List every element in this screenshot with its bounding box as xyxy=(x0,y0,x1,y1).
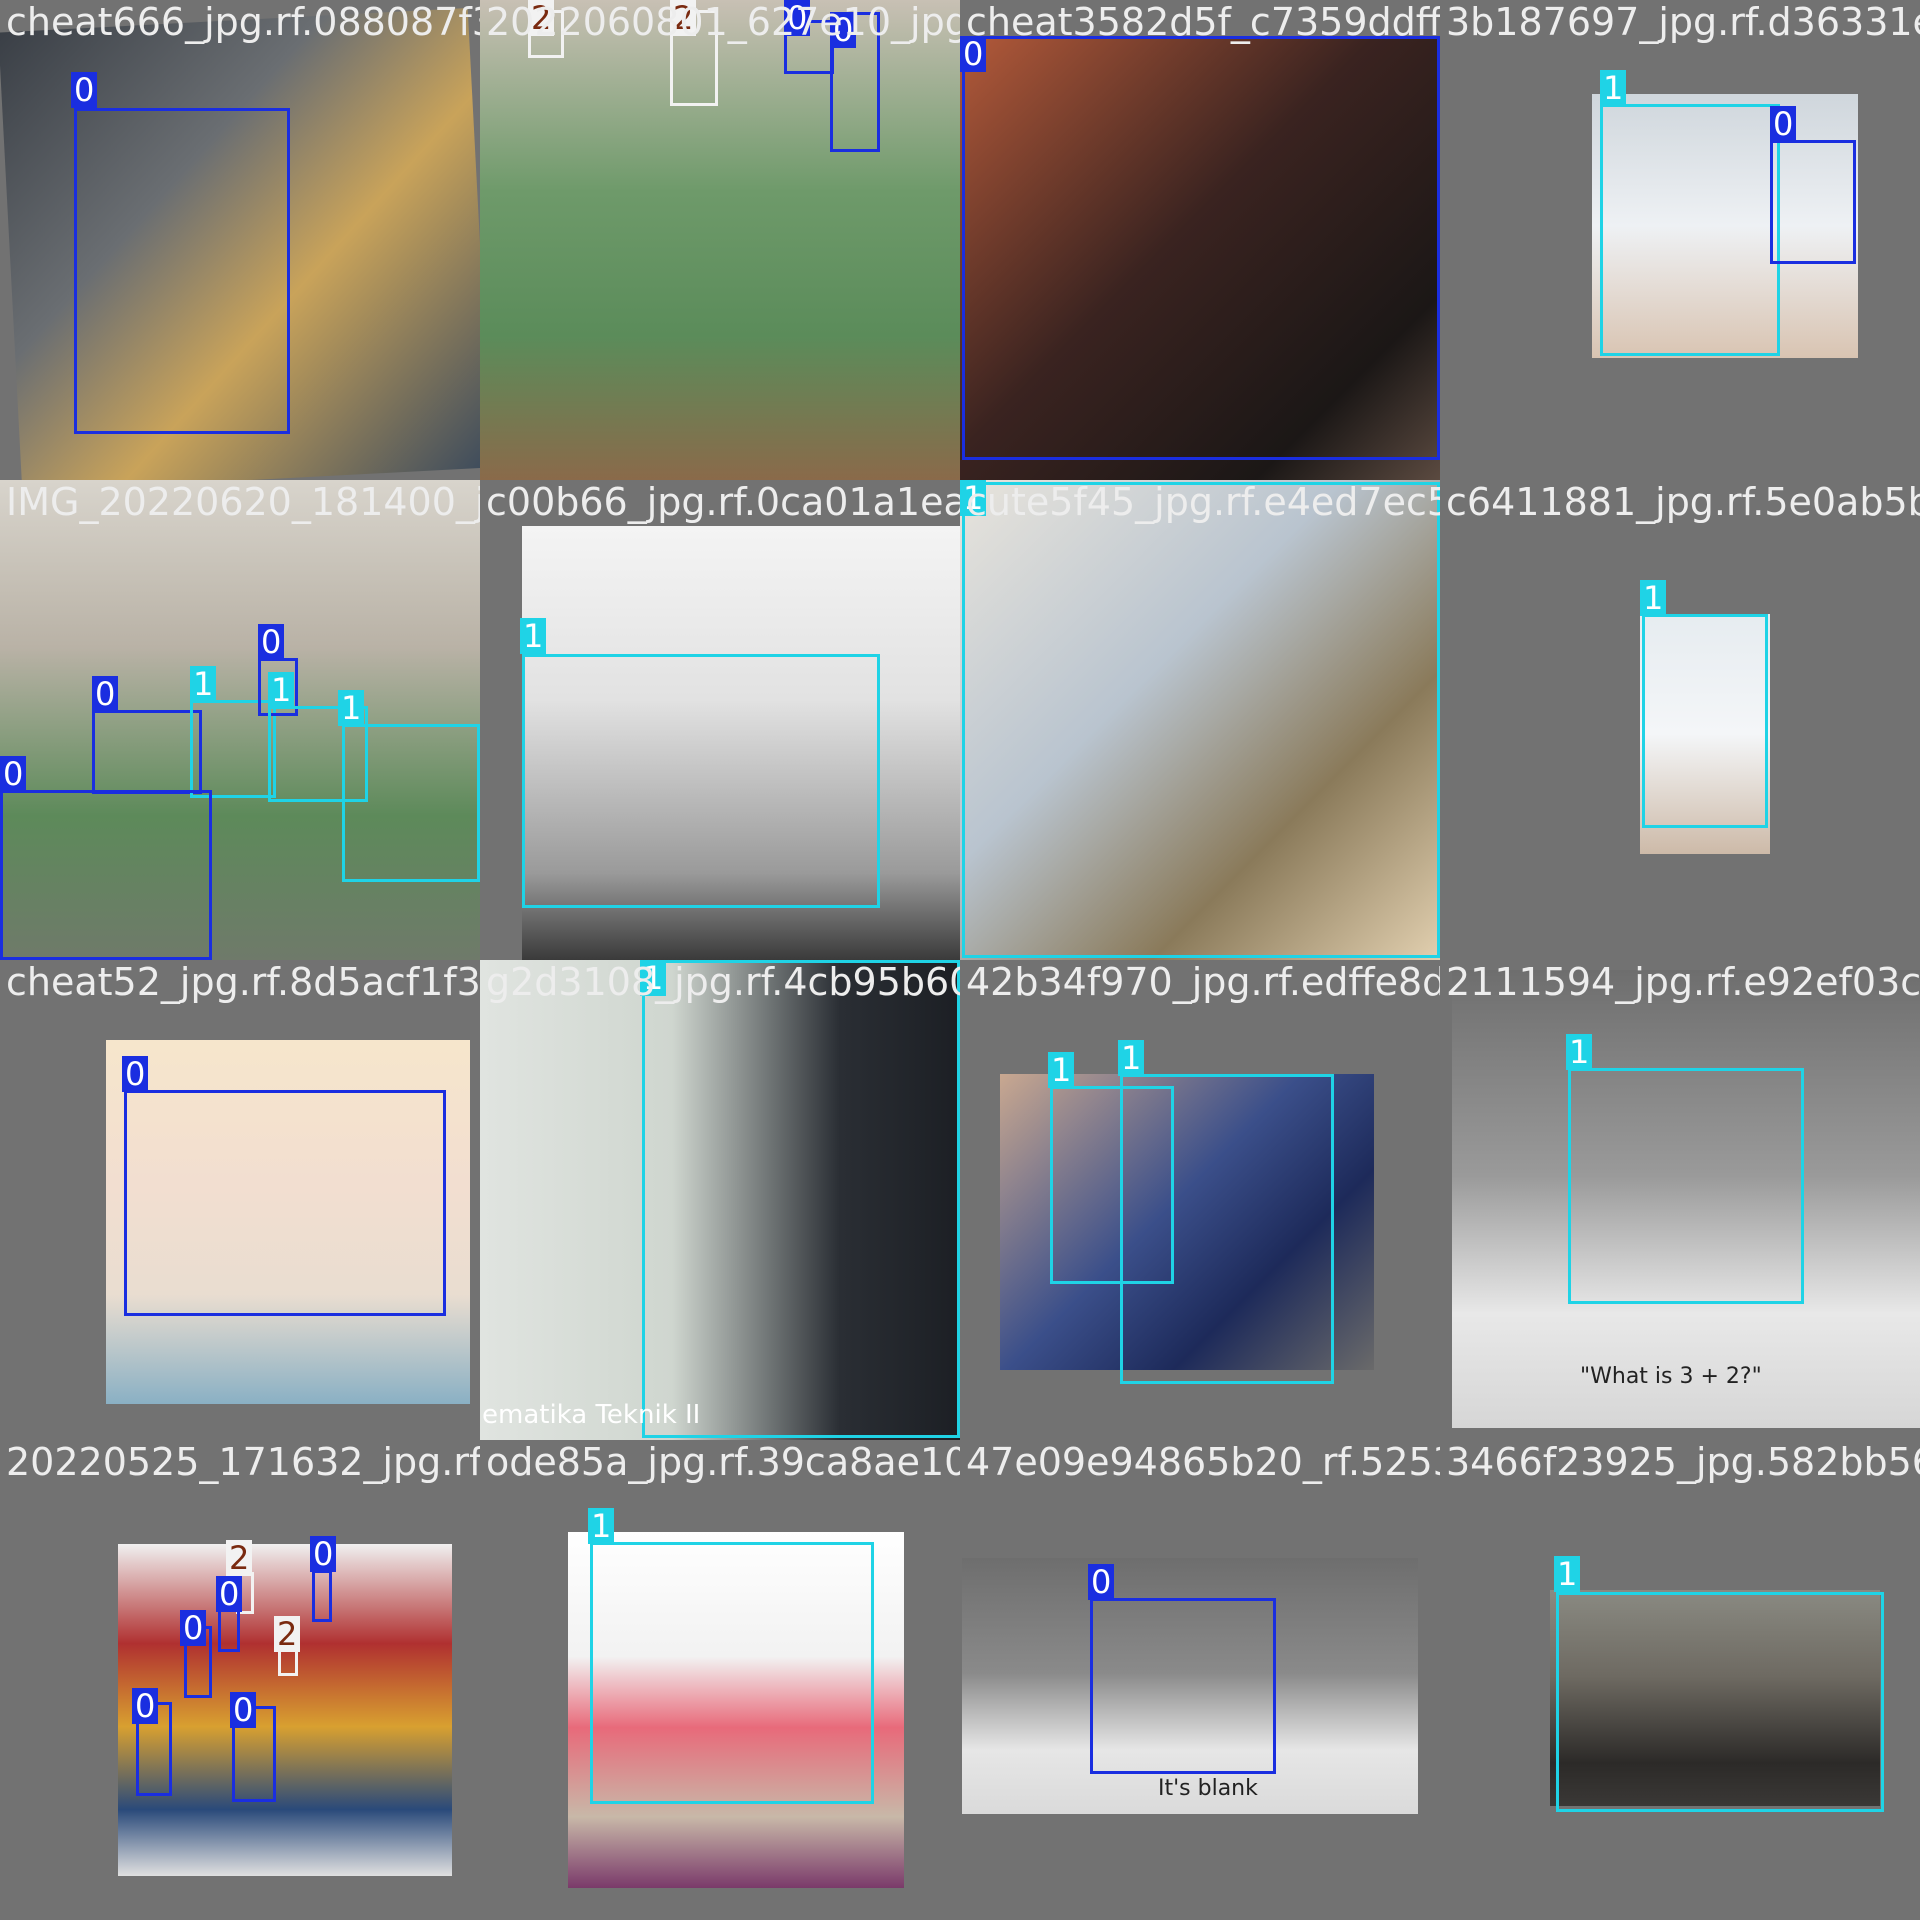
tile-7: cute5f45_jpg.rf.e4ed7ec5f4e 1 xyxy=(960,480,1440,960)
tile-2: 2022060801_627e10_jpg.rf. 2 2 0 0 xyxy=(480,0,960,480)
detection-box xyxy=(1556,1592,1884,1812)
class-label: 2 xyxy=(226,1540,253,1576)
tile-filename: cute5f45_jpg.rf.e4ed7ec5f4e xyxy=(966,480,1440,524)
tile-filename: 42b34f970_jpg.rf.edffe8d2bda xyxy=(966,960,1440,1004)
detection-box xyxy=(962,482,1440,958)
tile-16: 3466f23925_jpg.582bb569c6a7 1 xyxy=(1440,1440,1920,1920)
class-label: 1 xyxy=(1566,1034,1593,1070)
tile-filename: c6411881_jpg.rf.5e0ab5bd1b xyxy=(1446,480,1920,524)
tile-filename: ode85a_jpg.rf.39ca8ae10681 xyxy=(486,1440,960,1484)
class-label: 0 xyxy=(310,1536,337,1572)
detection-box xyxy=(1120,1074,1334,1384)
detection-box xyxy=(1568,1068,1804,1304)
tile-filename: c00b66_jpg.rf.0ca01a1eaa xyxy=(486,480,960,524)
detection-box xyxy=(642,960,960,1438)
tile-8: c6411881_jpg.rf.5e0ab5bd1b 1 xyxy=(1440,480,1920,960)
tile-14: ode85a_jpg.rf.39ca8ae10681 1 xyxy=(480,1440,960,1920)
class-label: 0 xyxy=(92,676,119,712)
tile-3: cheat3582d5f_c7359ddff7e 0 xyxy=(960,0,1440,480)
tile-filename: IMG_20220620_181400_jpg.rf.bb7662b889dbc xyxy=(6,480,480,524)
tile-filename: cheat3582d5f_c7359ddff7e xyxy=(966,0,1440,44)
tile-15: 47e09e94865b20_rf.5253b1fb It's blank 0 xyxy=(960,1440,1440,1920)
mosaic-grid: cheat666_jpg.rf.088087f348 0 2022060801_… xyxy=(0,0,1920,1920)
class-label: 2 xyxy=(274,1616,301,1652)
class-label: 1 xyxy=(190,666,217,702)
tile-13: 20220525_171632_jpg.rf.f64 0 2 0 0 2 0 0 xyxy=(0,1440,480,1920)
tile-filename: 47e09e94865b20_rf.5253b1fb xyxy=(966,1440,1440,1484)
video-caption: "What is 3 + 2?" xyxy=(1580,1364,1762,1389)
class-label: 0 xyxy=(180,1610,207,1646)
class-label: 0 xyxy=(1088,1564,1115,1600)
tile-filename: cheat52_jpg.rf.8d5acf1f394b xyxy=(6,960,480,1004)
tile-11: 42b34f970_jpg.rf.edffe8d2bda 1 1 xyxy=(960,960,1440,1440)
detection-box xyxy=(1642,614,1768,828)
detection-box xyxy=(342,724,480,882)
detection-box xyxy=(522,654,880,908)
tile-10: g2d3108_jpg.rf.4cb95b60353 ematika Tekni… xyxy=(480,960,960,1440)
detection-box xyxy=(74,108,290,434)
video-caption: It's blank xyxy=(1158,1776,1258,1801)
tile-5: IMG_20220620_181400_jpg.rf.bb7662b889dbc… xyxy=(0,480,480,960)
tile-4: 3b187697_jpg.rf.d36331efc90 1 0 xyxy=(1440,0,1920,480)
detection-box xyxy=(1600,104,1780,356)
tile-filename: 3466f23925_jpg.582bb569c6a7 xyxy=(1446,1440,1920,1484)
class-label: 1 xyxy=(1600,70,1627,106)
tile-filename: g2d3108_jpg.rf.4cb95b60353 xyxy=(486,960,960,1004)
tile-filename: 20220525_171632_jpg.rf.f64 xyxy=(6,1440,480,1484)
class-label: 1 xyxy=(338,690,365,726)
tile-12: 2111594_jpg.rf.e92ef03c8b8 "What is 3 + … xyxy=(1440,960,1920,1440)
class-label: 1 xyxy=(1554,1556,1581,1592)
tile-filename: 3b187697_jpg.rf.d36331efc90 xyxy=(1446,0,1920,44)
detection-box xyxy=(124,1090,446,1316)
class-label: 1 xyxy=(1048,1052,1075,1088)
class-label: 1 xyxy=(588,1508,615,1544)
tile-6: c00b66_jpg.rf.0ca01a1eaa 1 xyxy=(480,480,960,960)
tile-filename: cheat666_jpg.rf.088087f348 xyxy=(6,0,480,44)
tile-1: cheat666_jpg.rf.088087f348 0 xyxy=(0,0,480,480)
detection-box xyxy=(92,710,202,794)
class-label: 0 xyxy=(0,756,27,792)
class-label: 0 xyxy=(230,1692,257,1728)
detection-box xyxy=(590,1542,874,1804)
detection-box xyxy=(962,36,1440,460)
tile-photo xyxy=(480,0,960,480)
class-label: 1 xyxy=(268,672,295,708)
detection-box xyxy=(1770,140,1856,264)
class-label: 1 xyxy=(520,618,547,654)
tile-filename: 2111594_jpg.rf.e92ef03c8b8 xyxy=(1446,960,1920,1004)
class-label: 1 xyxy=(1640,580,1667,616)
tile-filename: 2022060801_627e10_jpg.rf. xyxy=(486,0,960,44)
video-caption: ematika Teknik II xyxy=(482,1400,701,1430)
detection-box xyxy=(312,1570,332,1622)
detection-box xyxy=(1090,1598,1276,1774)
class-label: 1 xyxy=(1118,1040,1145,1076)
class-label: 0 xyxy=(216,1576,243,1612)
tile-9: cheat52_jpg.rf.8d5acf1f394b 0 xyxy=(0,960,480,1440)
detection-box xyxy=(0,790,212,960)
class-label: 0 xyxy=(132,1688,159,1724)
class-label: 0 xyxy=(71,72,98,108)
class-label: 0 xyxy=(122,1056,149,1092)
class-label: 0 xyxy=(1770,106,1797,142)
class-label: 0 xyxy=(258,624,285,660)
